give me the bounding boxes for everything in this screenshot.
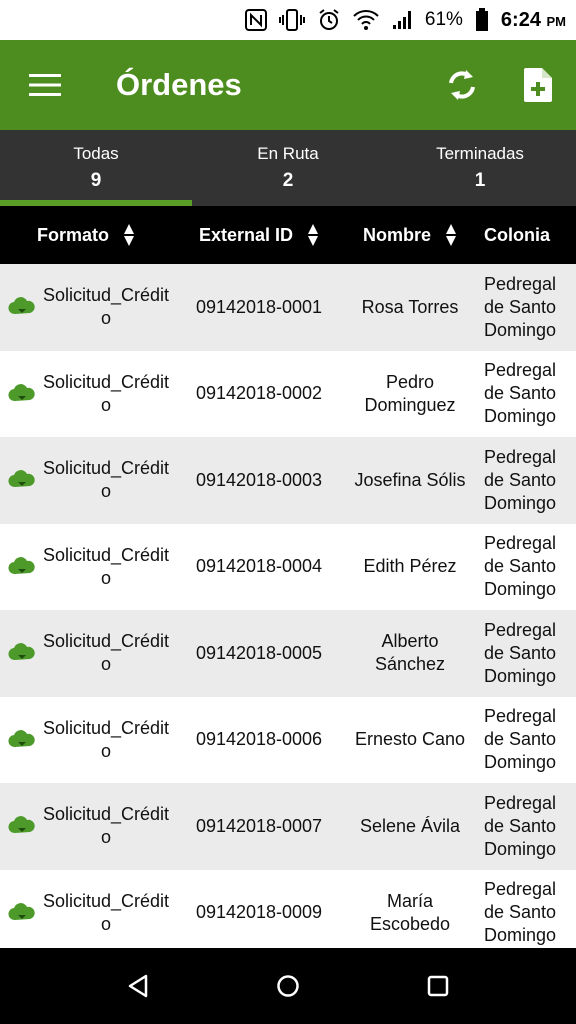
- home-button[interactable]: [268, 966, 308, 1006]
- page-title: Órdenes: [116, 67, 242, 102]
- table-header: Formato External ID Nombre Colonia: [0, 206, 576, 264]
- cell-formato: Solicitud_Crédito: [42, 544, 170, 588]
- cloud-download-icon: [0, 610, 40, 697]
- cloud-download-icon: [0, 870, 40, 949]
- vibrate-icon: [278, 6, 305, 34]
- nfc-icon: [244, 6, 267, 34]
- cell-formato: Solicitud_Crédito: [42, 458, 170, 502]
- cell-formato: Solicitud_Crédito: [42, 717, 170, 761]
- back-icon: [128, 974, 148, 998]
- cell-nombre: Alberto Sánchez: [374, 631, 446, 675]
- tab-count: 1: [474, 170, 486, 191]
- column-header-label: Colonia: [484, 224, 550, 245]
- cell-nombre: Josefina Sólis: [354, 469, 466, 490]
- back-button[interactable]: [118, 966, 158, 1006]
- cell-formato: Solicitud_Crédito: [42, 804, 170, 848]
- cell-nombre: Ernesto Cano: [354, 729, 466, 750]
- cell-external-id: 09142018-0004: [195, 556, 323, 577]
- tab-count: 9: [90, 170, 102, 191]
- table-row[interactable]: Solicitud_Crédito 09142018-0001 Rosa Torre…: [0, 264, 576, 351]
- cell-colonia: Pedregal de Santo Domingo: [484, 273, 557, 340]
- new-document-icon: [524, 68, 552, 102]
- cell-formato: Solicitud_Crédito: [42, 285, 170, 329]
- cell-colonia: Pedregal de Santo Domingo: [484, 619, 557, 686]
- table-row[interactable]: Solicitud_Crédito 09142018-0006 Ernesto Ca…: [0, 696, 576, 784]
- cloud-download-icon: [0, 351, 40, 438]
- tab-count: 2: [282, 170, 294, 191]
- battery-percent: 61%: [424, 9, 463, 30]
- alarm-icon: [317, 6, 341, 34]
- cloud-download-icon: [0, 264, 40, 351]
- cell-nombre: Rosa Torres: [361, 296, 459, 317]
- column-header-nombre[interactable]: Nombre: [346, 206, 474, 264]
- table-row[interactable]: Solicitud_Crédito 09142018-0003 Josefina S…: [0, 437, 576, 524]
- table-row[interactable]: Solicitud_Crédito 09142018-0007 Selene Ávi…: [0, 783, 576, 870]
- sort-icon: [445, 223, 457, 247]
- wifi-icon: [353, 6, 379, 34]
- app-bar: Órdenes: [0, 40, 576, 130]
- cell-formato: Solicitud_Crédito: [42, 890, 170, 934]
- cell-colonia: Pedregal de Santo Domingo: [484, 360, 557, 427]
- cell-nombre: Selene Ávila: [359, 815, 461, 836]
- column-header-label: Nombre: [362, 224, 431, 245]
- cloud-download-icon: [0, 697, 40, 784]
- tab-label: En Ruta: [257, 144, 319, 163]
- tab-label: Terminadas: [436, 144, 524, 163]
- cell-external-id: 09142018-0002: [195, 383, 323, 404]
- cell-colonia: Pedregal de Santo Domingo: [484, 792, 557, 859]
- cell-colonia: Pedregal de Santo Domingo: [484, 879, 557, 946]
- cell-formato: Solicitud_Crédito: [42, 371, 170, 415]
- signal-icon: [391, 6, 413, 34]
- tab-terminadas[interactable]: Terminadas 1: [384, 130, 576, 206]
- system-nav-bar: [0, 948, 576, 1024]
- table-row[interactable]: Solicitud_Crédito 09142018-0009 María Esco…: [0, 869, 576, 949]
- new-order-button[interactable]: [500, 40, 576, 130]
- status-tabs: Todas 9 En Ruta 2 Terminadas 1: [0, 130, 576, 206]
- clock: 6:24 PM: [500, 8, 566, 31]
- cell-colonia: Pedregal de Santo Domingo: [484, 706, 557, 773]
- recents-button[interactable]: [418, 966, 458, 1006]
- cell-external-id: 09142018-0009: [195, 902, 323, 923]
- sort-icon: [307, 223, 319, 247]
- table-row[interactable]: Solicitud_Crédito 09142018-0004 Edith Pére…: [0, 523, 576, 611]
- orders-table: Solicitud_Crédito 09142018-0001 Rosa Torre…: [0, 264, 576, 948]
- tab-en-ruta[interactable]: En Ruta 2: [192, 130, 384, 206]
- cell-colonia: Pedregal de Santo Domingo: [484, 446, 557, 513]
- status-bar: 61% 6:24 PM: [0, 0, 576, 40]
- sort-icon: [123, 223, 135, 247]
- cell-colonia: Pedregal de Santo Domingo: [484, 533, 557, 600]
- cell-external-id: 09142018-0003: [195, 469, 323, 490]
- home-icon: [277, 975, 299, 997]
- cell-external-id: 09142018-0006: [195, 729, 323, 750]
- cloud-download-icon: [0, 783, 40, 870]
- column-header-label: External ID: [198, 224, 294, 245]
- battery-icon: [475, 6, 489, 34]
- menu-icon: [29, 74, 61, 96]
- column-header-external-id[interactable]: External ID: [172, 206, 346, 264]
- cloud-download-icon: [0, 437, 40, 524]
- column-header-colonia[interactable]: Colonia: [474, 206, 576, 264]
- table-row[interactable]: Solicitud_Crédito 09142018-0005 Alberto Sá…: [0, 610, 576, 697]
- cell-external-id: 09142018-0007: [195, 815, 323, 836]
- column-header-formato[interactable]: Formato: [0, 206, 172, 264]
- table-row[interactable]: Solicitud_Crédito 09142018-0002 Pedro Domi…: [0, 350, 576, 438]
- refresh-button[interactable]: [424, 40, 500, 130]
- refresh-icon: [449, 70, 475, 100]
- cloud-download-icon: [0, 524, 40, 611]
- cell-nombre: Pedro Dominguez: [364, 371, 456, 415]
- cell-external-id: 09142018-0005: [195, 642, 323, 663]
- column-header-label: Formato: [37, 224, 109, 245]
- cell-external-id: 09142018-0001: [195, 296, 323, 317]
- recents-icon: [427, 975, 449, 997]
- cell-nombre: Edith Pérez: [363, 556, 457, 577]
- cell-formato: Solicitud_Crédito: [42, 631, 170, 675]
- menu-button[interactable]: [0, 40, 90, 130]
- cell-nombre: María Escobedo: [369, 890, 451, 934]
- tab-todas[interactable]: Todas 9: [0, 130, 192, 206]
- tab-label: Todas: [73, 144, 119, 163]
